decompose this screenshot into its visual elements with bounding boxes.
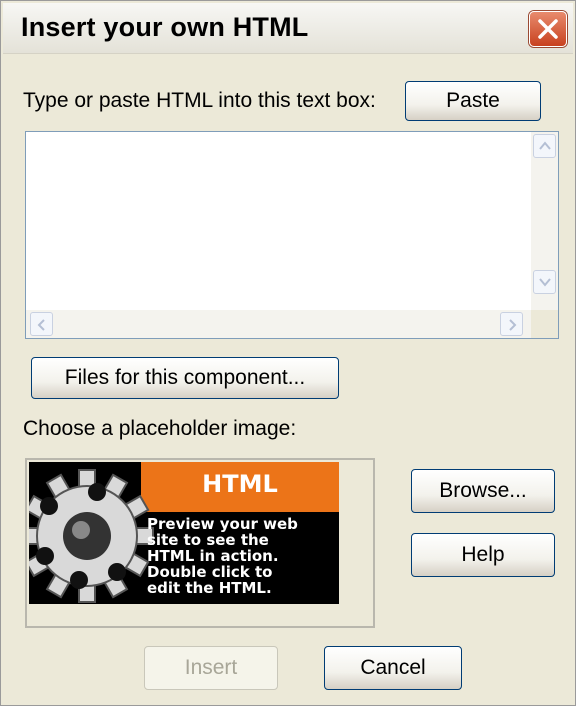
preview-text-line: Double click to [147, 563, 273, 581]
horizontal-scrollbar[interactable] [26, 310, 531, 338]
scroll-down-button[interactable] [533, 270, 556, 294]
preview-text-line: HTML in action. [147, 547, 279, 565]
close-icon [538, 19, 558, 39]
scroll-up-icon [539, 141, 551, 150]
scroll-left-button[interactable] [30, 312, 53, 336]
paste-button[interactable]: Paste [405, 81, 541, 121]
vertical-scrollbar[interactable] [531, 132, 558, 310]
placeholder-image: HTML Preview your web site to see the HT… [29, 462, 339, 604]
scroll-down-icon [539, 278, 551, 287]
gear-icon [29, 469, 154, 603]
browse-button[interactable]: Browse... [411, 469, 555, 513]
html-textbox[interactable] [25, 131, 559, 339]
placeholder-image-label: Choose a placeholder image: [23, 417, 297, 440]
files-for-component-button[interactable]: Files for this component... [31, 357, 339, 399]
scroll-up-button[interactable] [533, 134, 556, 158]
scroll-right-icon [509, 319, 517, 331]
help-button[interactable]: Help [411, 533, 555, 577]
scroll-left-icon [37, 319, 45, 331]
preview-text-line: edit the HTML. [147, 579, 272, 597]
scrollbar-corner [531, 310, 558, 338]
preview-text-line: site to see the [147, 531, 269, 549]
title-bar[interactable]: Insert your own HTML [3, 3, 573, 54]
close-button[interactable] [529, 11, 567, 47]
preview-heading: HTML [202, 470, 278, 498]
placeholder-preview[interactable]: HTML Preview your web site to see the HT… [25, 458, 375, 628]
dialog-title: Insert your own HTML [21, 12, 309, 42]
insert-button[interactable]: Insert [144, 646, 278, 690]
scroll-right-button[interactable] [500, 312, 523, 336]
preview-text-line: Preview your web [147, 515, 298, 533]
cancel-button[interactable]: Cancel [324, 646, 462, 690]
insert-html-dialog: Insert your own HTML Type or paste HTML … [0, 0, 576, 706]
instruction-label: Type or paste HTML into this text box: [23, 89, 376, 112]
